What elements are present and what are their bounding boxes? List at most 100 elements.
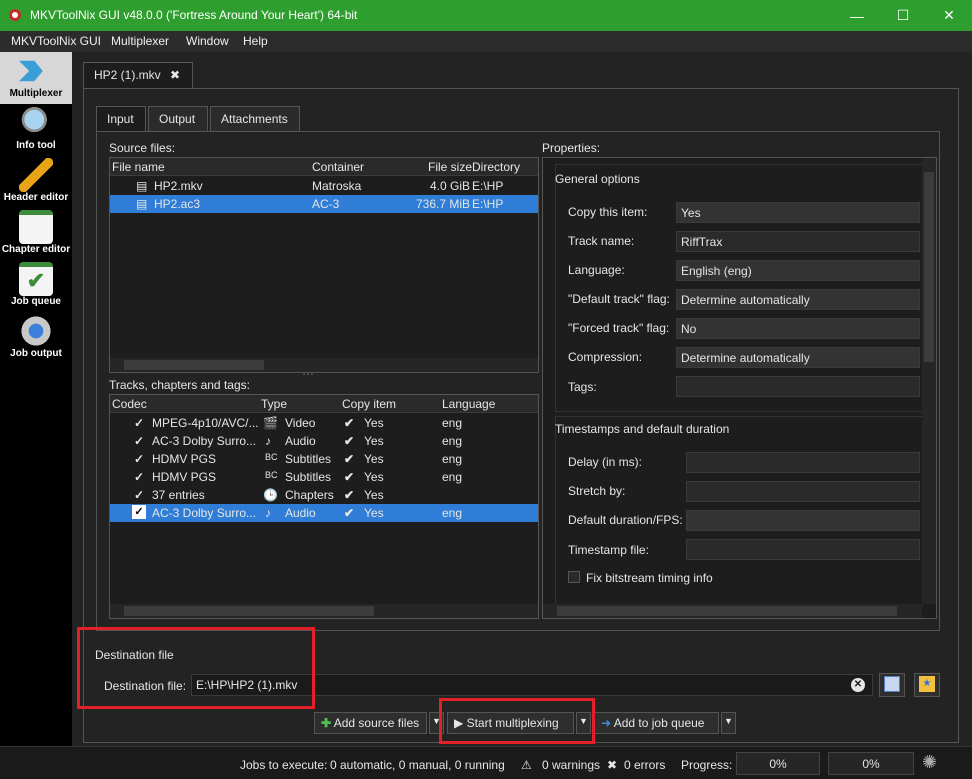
source-files-table[interactable]: File name Container File size Directory … bbox=[109, 157, 539, 373]
forced-track-label: "Forced track" flag: bbox=[568, 321, 670, 335]
table-row[interactable]: ✓ HDMV PGS BC Subtitles ✔ Yes eng bbox=[110, 468, 538, 486]
tab-input[interactable]: Input bbox=[96, 106, 146, 132]
sidebar-item-header-editor[interactable]: Header editor bbox=[0, 156, 72, 208]
warnings-count[interactable]: 0 warnings bbox=[542, 758, 600, 772]
notepad-icon bbox=[19, 210, 53, 244]
horizontal-scrollbar[interactable] bbox=[110, 604, 538, 618]
sidebar-item-job-queue[interactable]: ✔ Job queue bbox=[0, 260, 72, 312]
recent-destinations-button[interactable]: ★ bbox=[914, 673, 940, 697]
horizontal-scrollbar[interactable] bbox=[543, 604, 922, 618]
tags-label: Tags: bbox=[568, 380, 597, 394]
track-type: Subtitles bbox=[285, 452, 332, 466]
add-source-files-button[interactable]: ✚ Add source files bbox=[314, 712, 427, 734]
menu-mkvtoolnix[interactable]: MKVToolNix GUI bbox=[11, 34, 101, 48]
tags-input[interactable] bbox=[676, 376, 920, 397]
subtitles-icon: BC bbox=[265, 452, 278, 462]
copy-item-label: Copy this item: bbox=[568, 205, 648, 219]
default-duration-select[interactable] bbox=[686, 510, 920, 531]
scrollbar-thumb[interactable] bbox=[124, 606, 374, 616]
sidebar-item-info-tool[interactable]: Info tool bbox=[0, 104, 72, 156]
busy-spinner-icon: ✺ bbox=[922, 752, 938, 772]
track-copy: Yes bbox=[364, 434, 384, 448]
app-icon bbox=[9, 9, 21, 21]
table-row[interactable]: ✓ AC-3 Dolby Surro... ♪ Audio ✔ Yes eng bbox=[110, 504, 538, 522]
horizontal-scrollbar[interactable] bbox=[110, 358, 538, 372]
menu-multiplexer[interactable]: Multiplexer bbox=[111, 34, 169, 48]
track-checkbox[interactable]: ✓ bbox=[134, 488, 144, 502]
browse-destination-button[interactable] bbox=[879, 673, 905, 697]
scrollbar-thumb[interactable] bbox=[557, 606, 897, 616]
table-row[interactable]: ▤ HP2.ac3 AC-3 736.7 MiB E:\HP bbox=[110, 195, 538, 213]
col-file-size[interactable]: File size bbox=[428, 160, 472, 174]
tracks-header: Codec Type Copy item Language bbox=[110, 395, 538, 413]
table-row[interactable]: ✓ AC-3 Dolby Surro... ♪ Audio ✔ Yes eng bbox=[110, 432, 538, 450]
folder-star-icon: ★ bbox=[919, 676, 935, 692]
track-checkbox[interactable]: ✓ bbox=[134, 470, 144, 484]
col-directory[interactable]: Directory bbox=[472, 160, 520, 174]
col-type[interactable]: Type bbox=[261, 397, 287, 411]
track-language: eng bbox=[442, 416, 463, 430]
sidebar-item-multiplexer[interactable]: Multiplexer bbox=[0, 52, 72, 104]
table-row[interactable]: ✓ 37 entries 🕒 Chapters ✔ Yes bbox=[110, 486, 538, 504]
track-codec: AC-3 Dolby Surro... bbox=[152, 506, 257, 520]
forced-track-select[interactable]: No bbox=[676, 318, 920, 339]
table-row[interactable]: ✓ HDMV PGS BC Subtitles ✔ Yes eng bbox=[110, 450, 538, 468]
errors-icon: ✖ bbox=[607, 758, 618, 772]
track-checkbox[interactable]: ✓ bbox=[134, 434, 144, 448]
copy-item-select[interactable]: Yes bbox=[676, 202, 920, 223]
col-container[interactable]: Container bbox=[312, 160, 364, 174]
audio-icon: ♪ bbox=[265, 506, 271, 520]
file-size: 4.0 GiB bbox=[430, 179, 471, 193]
menu-help[interactable]: Help bbox=[243, 34, 268, 48]
track-type: Subtitles bbox=[285, 470, 332, 484]
sidebar-item-job-output[interactable]: Job output bbox=[0, 312, 72, 364]
close-button[interactable]: ✕ bbox=[926, 0, 972, 31]
tab-attachments[interactable]: Attachments bbox=[210, 106, 300, 132]
splitter-handle[interactable]: ⋯ bbox=[302, 367, 314, 381]
minimize-button[interactable]: — bbox=[834, 0, 880, 31]
track-checkbox[interactable]: ✓ bbox=[134, 452, 144, 466]
multiplexer-icon bbox=[19, 60, 43, 82]
fix-bitstream-checkbox[interactable] bbox=[568, 571, 580, 583]
add-queue-dropdown[interactable]: ▼ bbox=[721, 712, 736, 734]
errors-count[interactable]: 0 errors bbox=[624, 758, 665, 772]
check-icon: ✔ bbox=[344, 434, 355, 448]
delay-input[interactable] bbox=[686, 452, 920, 473]
track-checkbox[interactable]: ✓ bbox=[132, 505, 146, 519]
timestamp-file-input[interactable] bbox=[686, 539, 920, 560]
audio-icon: ♪ bbox=[265, 434, 271, 448]
default-track-select[interactable]: Determine automatically bbox=[676, 289, 920, 310]
tracks-table[interactable]: Codec Type Copy item Language ✓ MPEG-4p1… bbox=[109, 394, 539, 619]
track-codec: 37 entries bbox=[152, 488, 205, 502]
track-name-input[interactable]: RiffTrax bbox=[676, 231, 920, 252]
tab-hp2-file[interactable]: HP2 (1).mkv ✖ bbox=[83, 62, 193, 88]
file-container: Matroska bbox=[312, 179, 362, 193]
col-language[interactable]: Language bbox=[442, 397, 495, 411]
scrollbar-thumb[interactable] bbox=[924, 172, 934, 362]
destination-highlight-box bbox=[77, 627, 315, 709]
track-type: Video bbox=[285, 416, 316, 430]
sidebar-item-chapter-editor[interactable]: Chapter editor bbox=[0, 208, 72, 260]
language-select[interactable]: English (eng) bbox=[676, 260, 920, 281]
vertical-scrollbar[interactable] bbox=[922, 158, 936, 604]
menu-window[interactable]: Window bbox=[186, 34, 229, 48]
clear-destination-icon[interactable]: ✕ bbox=[851, 678, 865, 692]
plus-icon: ✚ bbox=[321, 716, 332, 730]
table-row[interactable]: ▤ HP2.mkv Matroska 4.0 GiB E:\HP bbox=[110, 177, 538, 195]
compression-select[interactable]: Determine automatically bbox=[676, 347, 920, 368]
tab-output[interactable]: Output bbox=[148, 106, 208, 132]
close-tab-icon[interactable]: ✖ bbox=[170, 68, 180, 82]
scrollbar-thumb[interactable] bbox=[124, 360, 264, 370]
col-copy-item[interactable]: Copy item bbox=[342, 397, 396, 411]
add-to-job-queue-button[interactable]: ➜ Add to job queue bbox=[594, 712, 719, 734]
table-row[interactable]: ✓ MPEG-4p10/AVC/... 🎬 Video ✔ Yes eng bbox=[110, 414, 538, 432]
sidebar-item-label: Chapter editor bbox=[1, 244, 71, 255]
maximize-button[interactable]: ☐ bbox=[880, 0, 926, 31]
input-tab-panel: Source files: File name Container File s… bbox=[96, 131, 940, 631]
total-progress-bar: 0% bbox=[828, 752, 914, 775]
col-codec[interactable]: Codec bbox=[112, 397, 147, 411]
stretch-input[interactable] bbox=[686, 481, 920, 502]
col-file-name[interactable]: File name bbox=[112, 160, 165, 174]
gear-icon bbox=[19, 314, 53, 348]
track-checkbox[interactable]: ✓ bbox=[134, 416, 144, 430]
